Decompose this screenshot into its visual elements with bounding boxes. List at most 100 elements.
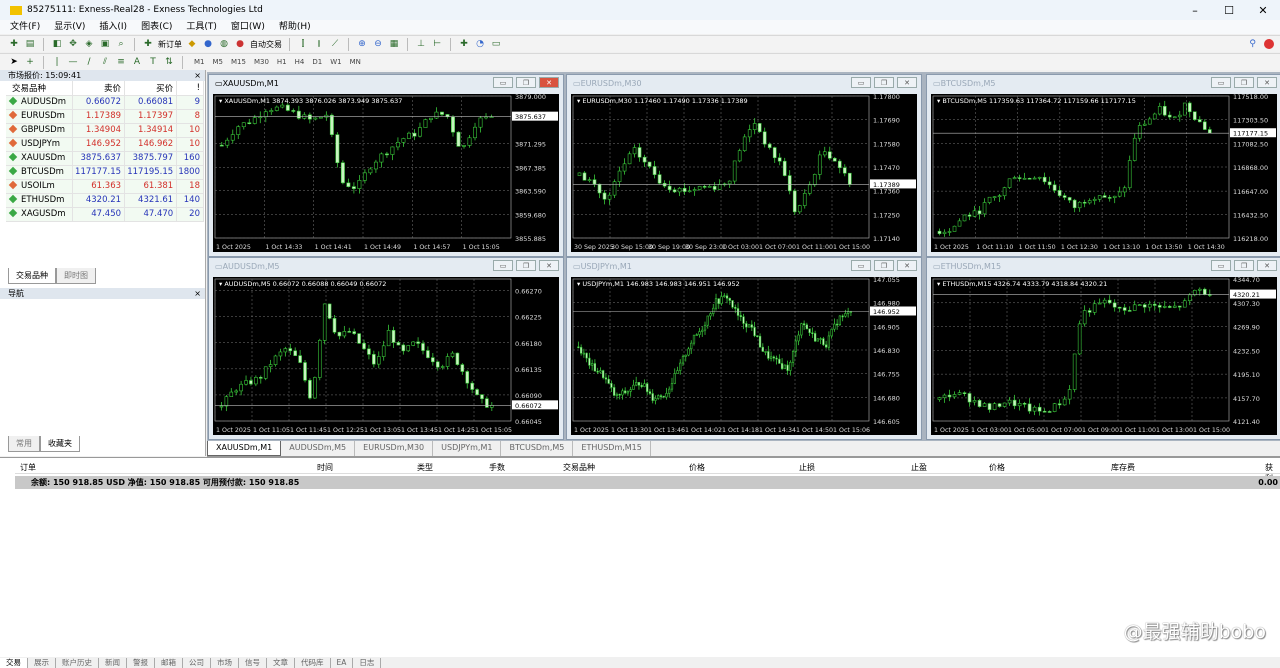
restore-button[interactable]: ❐	[1234, 77, 1254, 88]
chart-window[interactable]: ▭ EURUSDm,M30 ▭ ❐ ✕ 1.17800 1.17690 1.17580 1.1…	[566, 74, 922, 257]
column-spread[interactable]: !	[176, 81, 204, 96]
minimize-button[interactable]: ▭	[493, 77, 513, 88]
tester-icon[interactable]: ⌕	[115, 38, 127, 50]
timeframe-mn[interactable]: MN	[346, 58, 365, 66]
accounts-icon[interactable]: ●	[202, 38, 214, 50]
chart-plot[interactable]: 4344.70 4307.30 4269.90 4232.50 4195.10 4157.…	[931, 277, 1277, 435]
candlestick-chart[interactable]: 1.178001.176901.175801.174701.173601.172…	[571, 94, 919, 254]
data-window-icon[interactable]: ✥	[67, 38, 79, 50]
market-watch-row[interactable]: USDJPYm 146.952 146.962 10	[6, 137, 204, 152]
notification-badge-icon[interactable]	[1264, 39, 1274, 49]
chart-tab[interactable]: BTCUSDm,M5	[501, 441, 574, 456]
chart-plot[interactable]: 147.055 146.980 146.905 146.830 146.755 146.6…	[571, 277, 917, 435]
column-header[interactable]: 类型	[417, 462, 433, 473]
candlestick-chart[interactable]: 0.66270 0.66225 0.66180 0.66135 0.66090 0.660…	[213, 277, 561, 437]
cursor-icon[interactable]: ➤	[8, 56, 20, 68]
terminal-tab[interactable]: 市场	[211, 658, 239, 668]
maximize-button[interactable]: ☐	[1212, 0, 1246, 20]
close-icon[interactable]: ×	[194, 288, 201, 299]
market-watch-row[interactable]: XAGUSDm 47.450 47.470 20	[6, 207, 204, 222]
column-header[interactable]: 价格	[989, 462, 1005, 473]
chart-window[interactable]: ▭ USDJPYm,M1 ▭ ❐ ✕ 147.055 146.980 146.905 146.…	[566, 257, 922, 440]
terminal-tab[interactable]: EA	[331, 658, 354, 668]
timeframe-m30[interactable]: M30	[250, 58, 273, 66]
close-icon[interactable]: ×	[194, 70, 201, 81]
market-watch-row[interactable]: ETHUSDm 4320.21 4321.61 140	[6, 193, 204, 208]
navigator-icon[interactable]: ◈	[83, 38, 95, 50]
chart-tab[interactable]: USDJPYm,M1	[433, 441, 502, 456]
profiles-icon[interactable]: ▤	[24, 38, 36, 50]
close-button[interactable]: ✕	[539, 77, 559, 88]
terminal-tab[interactable]: 账户历史	[56, 658, 99, 668]
market-watch-row[interactable]: AUDUSDm 0.66072 0.66081 9	[6, 95, 204, 110]
terminal-tab[interactable]: 公司	[183, 658, 211, 668]
zoom-in-icon[interactable]: ⊕	[356, 38, 368, 50]
timeframe-h4[interactable]: H4	[291, 58, 309, 66]
terminal-icon[interactable]: ▣	[99, 38, 111, 50]
menu-item[interactable]: 插入(I)	[99, 20, 127, 34]
timeframe-d1[interactable]: D1	[308, 58, 326, 66]
chart-plot[interactable]: 0.66270 0.66225 0.66180 0.66135 0.66090 0.660…	[213, 277, 559, 435]
timeframe-h1[interactable]: H1	[273, 58, 291, 66]
restore-button[interactable]: ❐	[874, 77, 894, 88]
candlestick-chart[interactable]: 117518.00 117303.50 117082.50 116868.00 1166…	[931, 94, 1279, 254]
chart-tab[interactable]: AUDUSDm,M5	[281, 441, 356, 456]
column-header[interactable]: 库存费	[1111, 462, 1135, 473]
new-chart-icon[interactable]: ✚	[8, 38, 20, 50]
column-ask[interactable]: 买价	[124, 81, 178, 96]
terminal-tab[interactable]: 代码库	[295, 658, 331, 668]
minimize-button[interactable]: ▭	[493, 260, 513, 271]
candlestick-icon[interactable]: ⫾	[313, 38, 325, 50]
candlestick-chart[interactable]: 147.055 146.980 146.905 146.830 146.755 146.6…	[571, 277, 919, 437]
column-header[interactable]: 订单	[20, 462, 36, 473]
menu-item[interactable]: 工具(T)	[186, 20, 217, 34]
terminal-tab[interactable]: 日志	[353, 658, 382, 668]
text-label-icon[interactable]: T	[147, 56, 159, 68]
web-icon[interactable]: ◍	[218, 38, 230, 50]
chart-plot[interactable]: 1.17800 1.17690 1.17580 1.17470 1.17360 1.172…	[571, 94, 917, 252]
column-header[interactable]: 交易品种	[563, 462, 595, 473]
metaeditor-icon[interactable]: ◆	[186, 38, 198, 50]
close-button[interactable]: ✕	[1257, 260, 1277, 271]
search-icon[interactable]: ⚲	[1249, 39, 1256, 49]
chart-shift-icon[interactable]: ⊢	[431, 38, 443, 50]
terminal-tab[interactable]: 信号	[239, 658, 267, 668]
terminal-tab[interactable]: 新闻	[99, 658, 127, 668]
close-button[interactable]: ✕	[897, 260, 917, 271]
column-symbol[interactable]: 交易品种	[6, 81, 73, 96]
zoom-out-icon[interactable]: ⊖	[372, 38, 384, 50]
market-watch-row[interactable]: GBPUSDm 1.34904 1.34914 10	[6, 123, 204, 138]
terminal-tab[interactable]: 警报	[127, 658, 155, 668]
close-button[interactable]: ✕	[1246, 0, 1280, 20]
timeframe-w1[interactable]: W1	[326, 58, 345, 66]
restore-button[interactable]: ❐	[516, 77, 536, 88]
text-icon[interactable]: A	[131, 56, 143, 68]
candlestick-chart[interactable]: 3879.000 3871.295 3867.385 3863.590 3859.680…	[213, 94, 561, 254]
minimize-button[interactable]: ▭	[851, 77, 871, 88]
bar-chart-icon[interactable]: ⫿	[297, 38, 309, 50]
chart-window[interactable]: ▭ ETHUSDm,M15 ▭ ❐ ✕ 4344.70 4307.30 4269.90 423…	[926, 257, 1280, 440]
chart-tab[interactable]: ETHUSDm,M15	[573, 441, 651, 456]
new-order-icon[interactable]: ✚	[142, 38, 154, 50]
menu-item[interactable]: 图表(C)	[141, 20, 172, 34]
chart-plot[interactable]: 3879.000 3871.295 3867.385 3863.590 3859.680…	[213, 94, 559, 252]
restore-button[interactable]: ❐	[874, 260, 894, 271]
close-button[interactable]: ✕	[1257, 77, 1277, 88]
market-watch-row[interactable]: XAUUSDm 3875.637 3875.797 160	[6, 151, 204, 166]
vertical-line-icon[interactable]: |	[51, 56, 63, 68]
timeframe-m5[interactable]: M5	[209, 58, 228, 66]
chart-plot[interactable]: 117518.00 117303.50 117082.50 116868.00 1166…	[931, 94, 1277, 252]
auto-scroll-icon[interactable]: ⊥	[415, 38, 427, 50]
market-watch-icon[interactable]: ◧	[51, 38, 63, 50]
chart-window[interactable]: ▭ BTCUSDm,M5 ▭ ❐ ✕ 117518.00 117303.50 117082.…	[926, 74, 1280, 257]
column-bid[interactable]: 卖价	[72, 81, 126, 96]
crosshair-icon[interactable]: +	[24, 56, 36, 68]
minimize-button[interactable]: ▭	[1211, 260, 1231, 271]
auto-trading-icon[interactable]: ●	[234, 38, 246, 50]
arrows-icon[interactable]: ⇅	[163, 56, 175, 68]
market-watch-row[interactable]: EURUSDm 1.17389 1.17397 8	[6, 109, 204, 124]
terminal-tab[interactable]: 交易	[0, 658, 28, 668]
auto-trading-button[interactable]: 自动交易	[250, 39, 282, 50]
menu-item[interactable]: 窗口(W)	[231, 20, 265, 34]
restore-button[interactable]: ❐	[516, 260, 536, 271]
